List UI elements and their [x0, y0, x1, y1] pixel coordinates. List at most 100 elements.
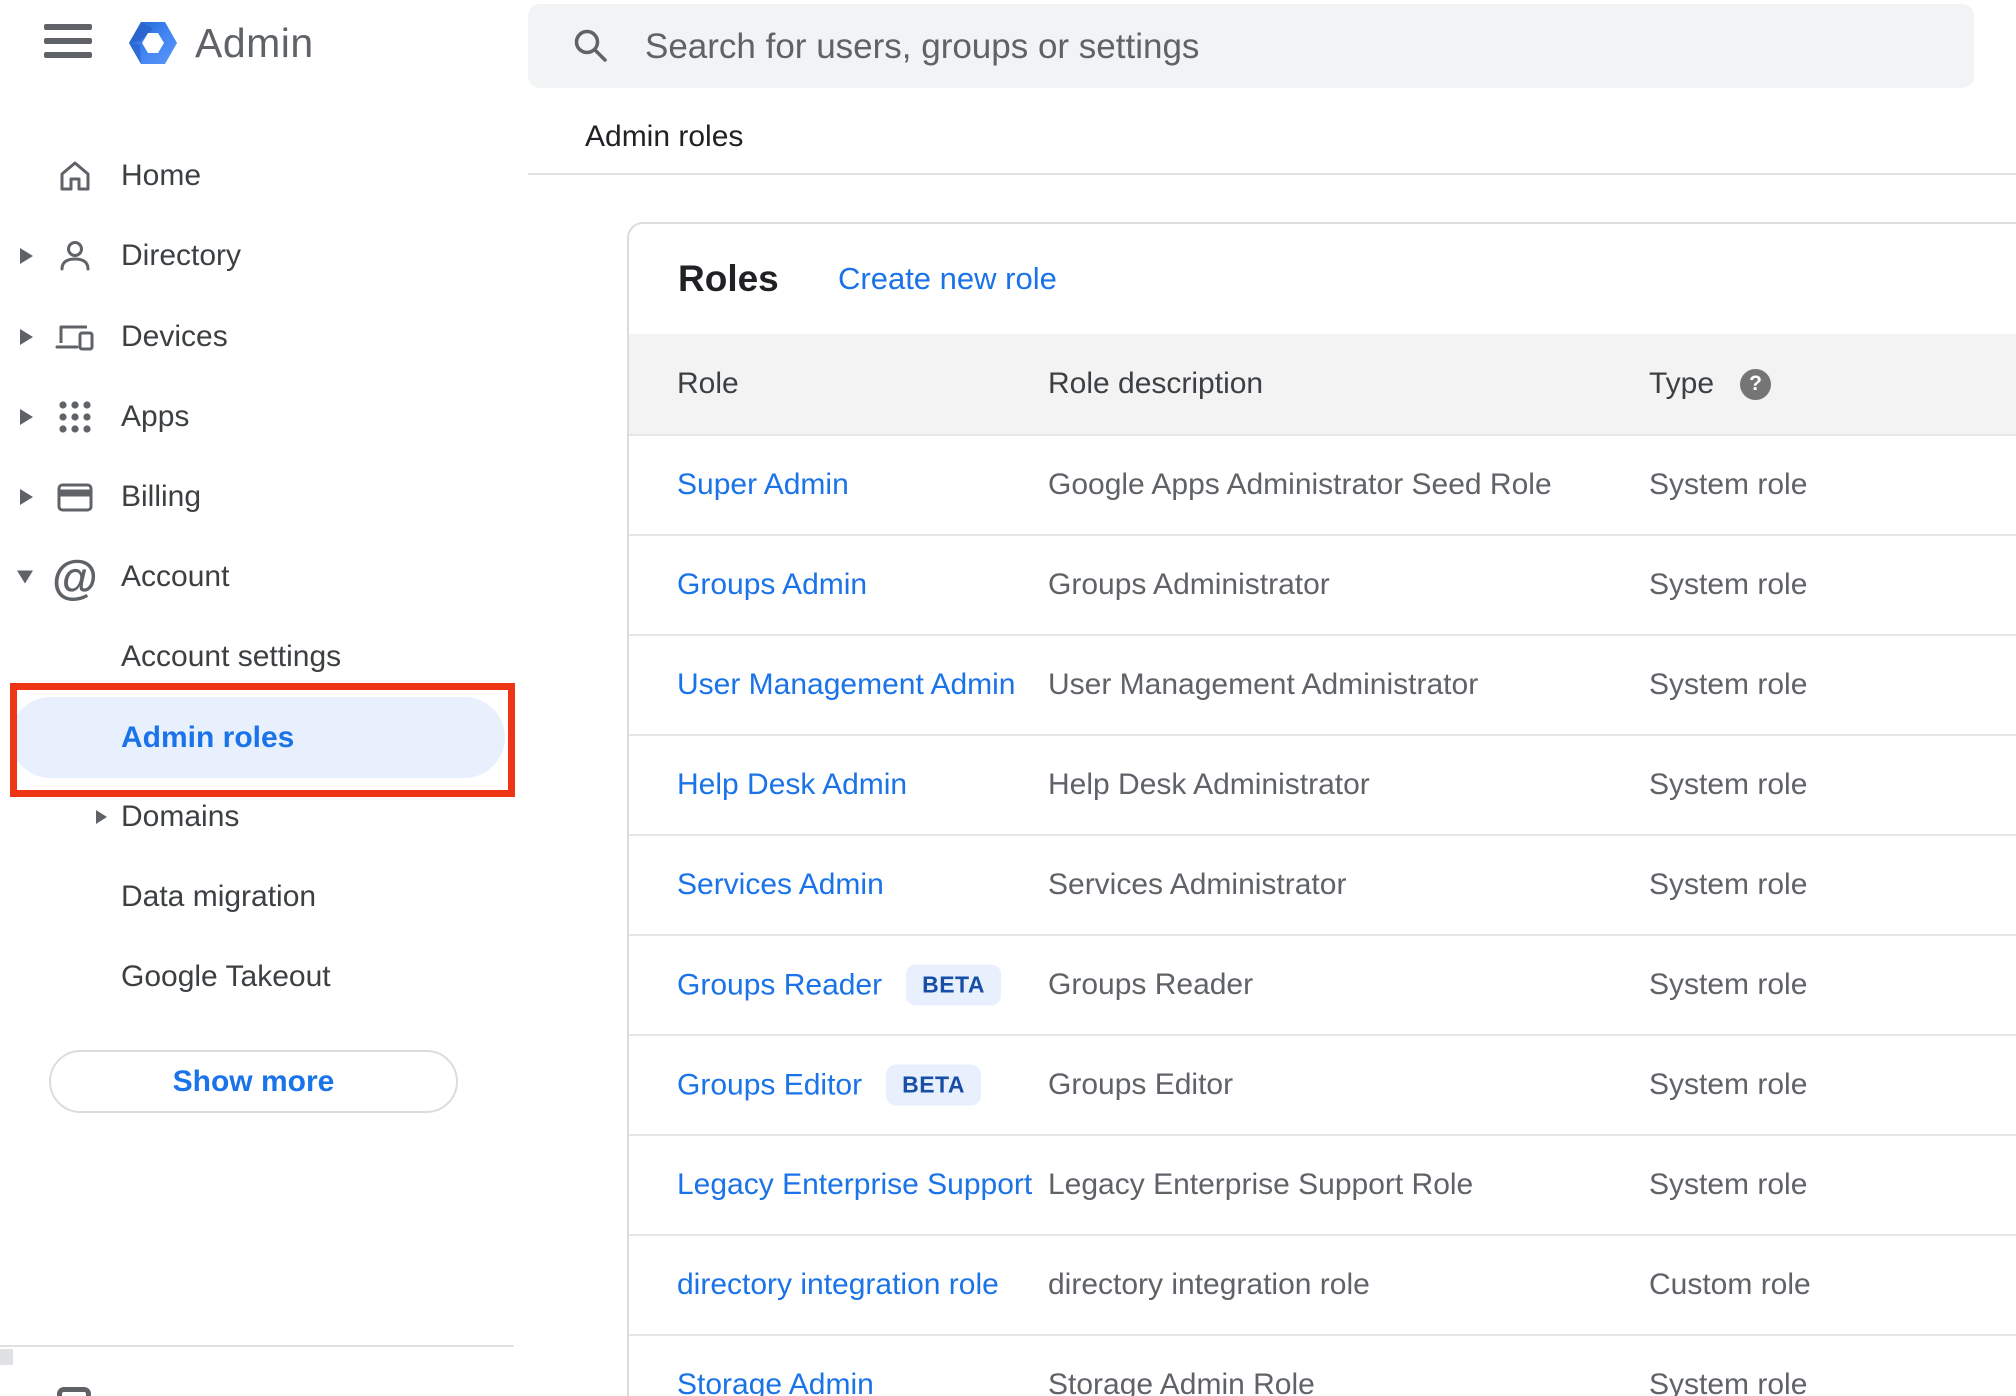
admin-hexagon-logo-icon — [129, 22, 177, 64]
role-link[interactable]: Super Admin — [677, 468, 849, 502]
app-title: Admin — [195, 19, 314, 66]
roles-card-header: Roles Create new role — [629, 224, 2016, 334]
role-type: System role — [1649, 668, 1808, 701]
sidebar-item-google-takeout[interactable]: Google Takeout — [0, 937, 514, 1017]
sidebar-item-label: Data migration — [121, 880, 317, 913]
role-cell: Legacy Enterprise Support — [677, 1168, 1032, 1202]
table-column-header: Role Role description Type ? — [629, 334, 2016, 434]
show-more-button[interactable]: Show more — [49, 1050, 458, 1113]
column-header-role: Role — [677, 367, 739, 400]
account-at-icon: @ — [52, 550, 98, 604]
sidebar-item-label: Google Takeout — [121, 960, 331, 993]
expand-arrow-icon[interactable] — [96, 810, 107, 824]
sidebar-item-label: Domains — [121, 800, 240, 833]
sidebar-item-account[interactable]: @ Account — [0, 537, 514, 617]
role-link[interactable]: Groups Editor — [677, 1068, 862, 1102]
sidebar-item-billing[interactable]: Billing — [0, 457, 514, 537]
roles-table-body: Super Admin Google Apps Administrator Se… — [629, 434, 2016, 1396]
role-description: Storage Admin Role — [1048, 1368, 1315, 1396]
role-type: System role — [1649, 568, 1808, 601]
expand-arrow-icon[interactable] — [20, 329, 33, 345]
table-row: Storage Admin Storage Admin Role System … — [629, 1334, 2016, 1396]
expand-arrow-icon[interactable] — [20, 409, 33, 425]
role-type: System role — [1649, 1368, 1808, 1396]
sidebar-item-home[interactable]: Home — [0, 136, 514, 216]
column-header-description: Role description — [1048, 367, 1264, 400]
devices-icon — [55, 325, 94, 351]
role-link[interactable]: Groups Reader — [677, 968, 882, 1002]
breadcrumb: Admin roles — [585, 120, 744, 153]
role-link[interactable]: directory integration role — [677, 1268, 999, 1302]
role-type: System role — [1649, 1168, 1808, 1201]
table-row: Help Desk Admin Help Desk Administrator … — [629, 734, 2016, 834]
clipped-icon-fragment — [57, 1387, 91, 1396]
role-cell: Groups Reader BETA — [677, 964, 1002, 1006]
sidebar-item-label: Billing — [121, 480, 202, 513]
role-type: System role — [1649, 468, 1808, 501]
show-more-label: Show more — [172, 1064, 335, 1098]
table-row: Groups Admin Groups Administrator System… — [629, 534, 2016, 634]
sidebar-item-directory[interactable]: Directory — [0, 216, 514, 296]
sidebar: Admin Home Directory Devices Apps Billin… — [0, 0, 515, 1396]
column-header-type: Type ? — [1649, 367, 1772, 401]
person-icon — [60, 241, 90, 271]
role-description: User Management Administrator — [1048, 668, 1479, 701]
role-cell: directory integration role — [677, 1268, 999, 1302]
table-row: Services Admin Services Administrator Sy… — [629, 834, 2016, 934]
search-input[interactable] — [643, 4, 1947, 90]
role-type: System role — [1649, 1068, 1808, 1101]
role-description: Groups Reader — [1048, 968, 1254, 1001]
role-description: Groups Editor — [1048, 1068, 1234, 1101]
page-title: Roles — [678, 258, 779, 299]
role-cell: Groups Editor BETA — [677, 1064, 981, 1106]
sidebar-item-label: Directory — [121, 239, 242, 272]
role-cell: Help Desk Admin — [677, 768, 907, 802]
expand-arrow-icon[interactable] — [20, 489, 33, 505]
role-link[interactable]: Storage Admin — [677, 1368, 874, 1396]
role-link[interactable]: User Management Admin — [677, 668, 1016, 702]
admin-console-screen: Admin Home Directory Devices Apps Billin… — [0, 0, 2016, 1396]
create-new-role-link[interactable]: Create new role — [838, 261, 1057, 297]
sidebar-item-apps[interactable]: Apps — [0, 377, 514, 457]
hamburger-menu-icon[interactable] — [44, 24, 94, 62]
search-icon — [574, 29, 607, 62]
home-icon — [60, 161, 90, 191]
role-description: Google Apps Administrator Seed Role — [1048, 468, 1552, 501]
table-row: Groups Reader BETA Groups Reader System … — [629, 934, 2016, 1034]
collapse-arrow-icon[interactable] — [17, 570, 33, 584]
role-type: Custom role — [1649, 1268, 1811, 1301]
billing-card-icon — [57, 483, 93, 512]
help-icon[interactable]: ? — [1740, 368, 1772, 400]
sidebar-item-label: Devices — [121, 320, 228, 353]
sidebar-item-label: Account — [121, 560, 230, 593]
expand-arrow-icon[interactable] — [20, 248, 33, 264]
role-description: Legacy Enterprise Support Role — [1048, 1168, 1474, 1201]
role-type: System role — [1649, 968, 1808, 1001]
role-cell: Services Admin — [677, 868, 884, 902]
sidebar-item-data-migration[interactable]: Data migration — [0, 857, 514, 937]
scrollbar-fragment[interactable] — [0, 1349, 13, 1365]
role-link[interactable]: Groups Admin — [677, 568, 867, 602]
role-description: Services Administrator — [1048, 868, 1347, 901]
apps-grid-icon — [59, 401, 91, 433]
role-description: directory integration role — [1048, 1268, 1370, 1301]
beta-badge: BETA — [906, 964, 1002, 1006]
role-cell: Storage Admin — [677, 1368, 874, 1396]
sidebar-item-devices[interactable]: Devices — [0, 297, 514, 377]
sidebar-item-label: Account settings — [121, 640, 342, 673]
roles-card: Roles Create new role Role Role descript… — [627, 222, 2016, 1396]
column-header-type-label: Type — [1649, 367, 1715, 400]
role-cell: Super Admin — [677, 468, 849, 502]
role-cell: User Management Admin — [677, 668, 1016, 702]
table-row: Groups Editor BETA Groups Editor System … — [629, 1034, 2016, 1134]
role-type: System role — [1649, 768, 1808, 801]
sidebar-item-domains[interactable]: Domains — [0, 777, 514, 857]
role-type: System role — [1649, 868, 1808, 901]
role-link[interactable]: Services Admin — [677, 868, 884, 902]
sidebar-item-label: Apps — [121, 400, 190, 433]
role-link[interactable]: Legacy Enterprise Support — [677, 1168, 1032, 1202]
search-bar[interactable] — [528, 4, 1974, 90]
sidebar-bottom-divider — [0, 1345, 514, 1347]
role-description: Help Desk Administrator — [1048, 768, 1370, 801]
role-link[interactable]: Help Desk Admin — [677, 768, 907, 802]
